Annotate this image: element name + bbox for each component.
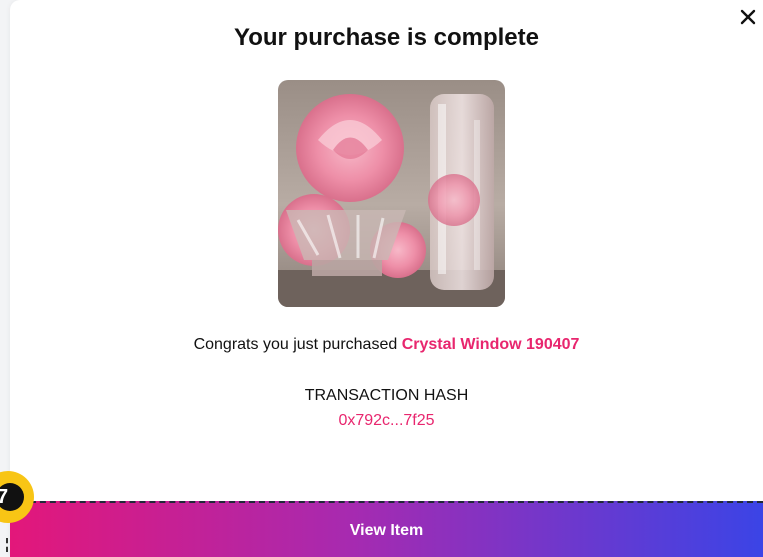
- step-number: 7: [0, 483, 24, 511]
- view-item-button[interactable]: View Item: [10, 501, 763, 557]
- transaction-hash-label: TRANSACTION HASH: [304, 387, 469, 404]
- page: Your purchase is complete Congrats you j…: [0, 0, 763, 557]
- purchased-item-link[interactable]: Crystal Window 190407: [402, 336, 580, 353]
- transaction-hash-link[interactable]: 0x792c...7f25: [10, 412, 763, 430]
- modal-title: Your purchase is complete: [234, 24, 539, 51]
- congrats-message: Congrats you just purchased Crystal Wind…: [10, 336, 763, 354]
- nft-image: [278, 80, 505, 307]
- purchase-complete-modal: Your purchase is complete Congrats you j…: [10, 0, 763, 557]
- congrats-text: Congrats you just purchased: [193, 336, 402, 353]
- left-edge-marker: [6, 538, 12, 552]
